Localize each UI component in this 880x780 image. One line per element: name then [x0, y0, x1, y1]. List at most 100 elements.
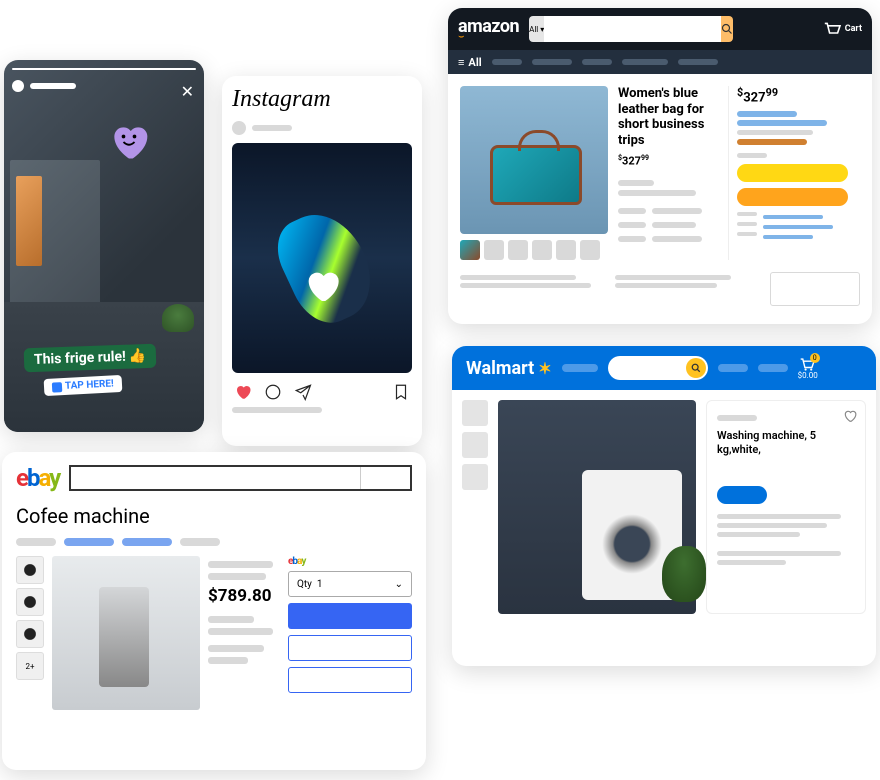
- ebay-header: ebay: [2, 452, 426, 500]
- username-placeholder: [30, 83, 76, 89]
- thumbnail[interactable]: [462, 464, 488, 490]
- bookmark-icon[interactable]: [392, 383, 410, 401]
- thumbnail-more[interactable]: 2+: [16, 652, 44, 680]
- add-to-cart-button[interactable]: [717, 486, 767, 504]
- brand-placeholder: [717, 415, 757, 421]
- product-price: $789.80: [208, 586, 280, 606]
- product-image[interactable]: [460, 86, 608, 234]
- product-image[interactable]: [498, 400, 696, 614]
- nav-link-placeholder[interactable]: [678, 59, 718, 65]
- search-input[interactable]: [544, 16, 721, 42]
- story-image[interactable]: ✕ This frige rule! 👍 TAP HERE!: [4, 60, 204, 432]
- nav-placeholder[interactable]: [562, 364, 598, 372]
- like-icon[interactable]: [234, 383, 252, 401]
- heart-overlay-icon: [302, 266, 342, 306]
- buy-now-button[interactable]: [737, 188, 848, 206]
- post-header[interactable]: [232, 121, 412, 135]
- amazon-header: amazon ⌣ All▾ Cart: [448, 8, 872, 50]
- walmart-logo[interactable]: Walmart ✶: [466, 358, 552, 379]
- tab[interactable]: [64, 538, 114, 546]
- favorite-icon[interactable]: [843, 409, 857, 423]
- post-avatar: [232, 121, 246, 135]
- nav-link-placeholder[interactable]: [582, 59, 612, 65]
- thumbnail[interactable]: [462, 432, 488, 458]
- buy-panel: ebay Qty 1 ⌄: [288, 556, 412, 710]
- thumbnail[interactable]: [580, 240, 600, 260]
- spark-icon: ✶: [538, 359, 551, 378]
- thumbnail[interactable]: [532, 240, 552, 260]
- tag-text: This frige rule!: [34, 349, 126, 368]
- thumbnail[interactable]: [16, 588, 44, 616]
- nav-placeholder[interactable]: [718, 364, 748, 372]
- thumbnail-row: [460, 240, 608, 260]
- thumbnail[interactable]: [462, 400, 488, 426]
- ebay-card: ebay Cofee machine 2+ $789.80 e: [2, 452, 426, 770]
- nav-link-placeholder[interactable]: [492, 59, 522, 65]
- search-button[interactable]: [686, 358, 706, 378]
- walmart-body: Washing machine, 5 kg,white,: [452, 390, 876, 624]
- thumbnail[interactable]: [16, 620, 44, 648]
- heart-sticker-icon: [104, 120, 154, 164]
- page-title: Cofee machine: [2, 500, 426, 538]
- thumbnail[interactable]: [460, 240, 480, 260]
- user-avatar: [12, 80, 24, 92]
- thumbs-up-emoji: 👍: [128, 348, 146, 365]
- product-image[interactable]: [52, 556, 200, 710]
- thumbnail[interactable]: [484, 240, 504, 260]
- detail-placeholder: [737, 111, 797, 117]
- buybox-price: $32799: [737, 86, 848, 105]
- thumbnail[interactable]: [16, 556, 44, 584]
- product-title: Washing machine, 5 kg,white,: [717, 429, 855, 458]
- search-bar[interactable]: [608, 356, 708, 380]
- thumbnail[interactable]: [556, 240, 576, 260]
- category-dropdown[interactable]: [360, 467, 410, 489]
- add-to-cart-button[interactable]: [737, 164, 848, 182]
- amazon-card: amazon ⌣ All▾ Cart ≡All: [448, 8, 872, 324]
- post-image[interactable]: [232, 143, 412, 373]
- thumbnail[interactable]: [508, 240, 528, 260]
- caption-placeholder: [232, 407, 322, 413]
- tab[interactable]: [180, 538, 220, 546]
- amazon-logo[interactable]: amazon ⌣: [458, 16, 519, 42]
- ebay-logo[interactable]: ebay: [16, 464, 59, 492]
- close-icon[interactable]: ✕: [181, 82, 194, 101]
- search-bar: [69, 465, 412, 491]
- quantity-select[interactable]: Qty 1 ⌄: [288, 571, 412, 597]
- menu-all-button[interactable]: ≡All: [458, 56, 482, 69]
- detail-placeholder: [618, 190, 696, 196]
- product-info: Women's blue leather bag for short busin…: [618, 86, 718, 260]
- nav-link-placeholder[interactable]: [622, 59, 668, 65]
- link-icon: [52, 382, 63, 393]
- instagram-feed-card: Instagram: [222, 76, 422, 446]
- story-user[interactable]: [12, 80, 76, 92]
- cart-button[interactable]: 0 $0.00: [798, 357, 818, 380]
- watchlist-button[interactable]: [288, 667, 412, 693]
- detail-placeholder: [737, 130, 813, 135]
- nav-link-placeholder[interactable]: [532, 59, 572, 65]
- story-header: [12, 68, 196, 70]
- nav-placeholder[interactable]: [758, 364, 788, 372]
- tab[interactable]: [16, 538, 56, 546]
- info-box[interactable]: [770, 272, 860, 306]
- search-button[interactable]: [721, 16, 733, 42]
- search-input[interactable]: [71, 467, 360, 489]
- instagram-story-card: ✕ This frige rule! 👍 TAP HERE!: [4, 60, 204, 432]
- ebay-body: 2+ $789.80 ebay Qty 1 ⌄: [2, 556, 426, 710]
- tab[interactable]: [122, 538, 172, 546]
- share-icon[interactable]: [294, 383, 312, 401]
- detail-placeholder: [737, 153, 767, 158]
- search-category-dropdown[interactable]: All▾: [529, 16, 544, 42]
- add-to-cart-button[interactable]: [288, 635, 412, 661]
- plant-illustration: [162, 304, 194, 332]
- thumbnail-column: 2+: [16, 556, 44, 710]
- buy-it-now-button[interactable]: [288, 603, 412, 629]
- cart-icon: [822, 21, 842, 37]
- search-icon: [721, 23, 733, 35]
- buy-box: $32799: [728, 86, 848, 260]
- hamburger-icon: ≡: [458, 56, 464, 69]
- cart-button[interactable]: Cart: [822, 21, 862, 37]
- comment-icon[interactable]: [264, 383, 282, 401]
- chevron-down-icon: ⌄: [395, 579, 403, 590]
- product-details: $789.80: [208, 556, 280, 710]
- detail-placeholder: [737, 120, 827, 126]
